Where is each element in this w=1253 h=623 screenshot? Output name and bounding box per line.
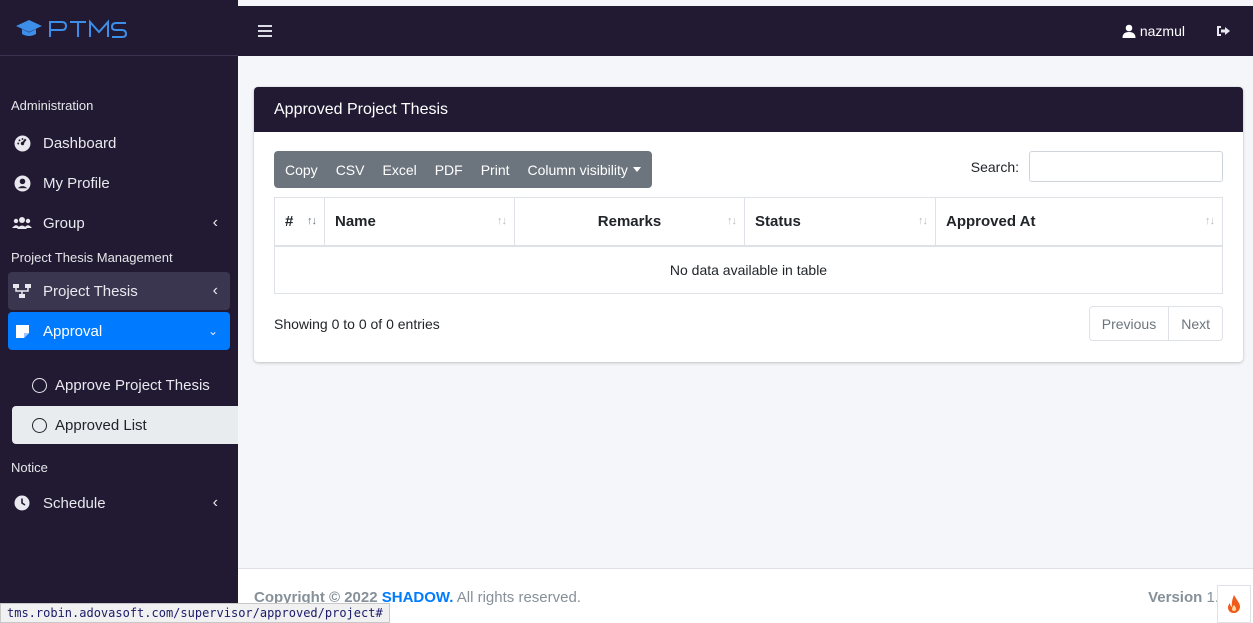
- sidebar-subitem-label: Approved List: [55, 416, 147, 434]
- chevron-left-icon: ‹: [212, 282, 218, 299]
- fire-icon[interactable]: [1217, 585, 1251, 623]
- user-circle-icon: [12, 175, 32, 191]
- table-row: No data available in table: [274, 245, 1223, 294]
- export-button-group: Copy CSV Excel PDF Print Column visibili…: [274, 151, 652, 188]
- sidebar: Administration Dashboard My Profile Grou…: [0, 0, 238, 623]
- column-header-approved-at[interactable]: Approved At ↑↓: [935, 197, 1223, 247]
- sort-icon: ↑↓: [918, 215, 928, 228]
- sidebar-item-label: My Profile: [43, 174, 110, 192]
- clock-icon: [12, 495, 32, 511]
- dashboard-icon: [12, 135, 32, 151]
- graduation-cap-icon: [16, 18, 128, 38]
- top-navbar: nazmul: [238, 6, 1253, 56]
- user-menu[interactable]: nazmul: [1122, 6, 1185, 56]
- copy-button[interactable]: Copy: [274, 151, 327, 188]
- column-header-remarks[interactable]: Remarks ↑↓: [514, 197, 745, 247]
- sidebar-subitem-approved-list[interactable]: Approved List: [12, 406, 238, 444]
- column-visibility-label: Column visibility: [527, 161, 628, 178]
- sidebar-item-label: Approval: [43, 322, 103, 340]
- sticky-note-icon: [12, 323, 32, 339]
- card-title: Approved Project Thesis: [254, 87, 1243, 132]
- column-header-label: Remarks: [597, 212, 662, 230]
- pagination: Previous Next: [1088, 306, 1223, 341]
- hamburger-menu-icon[interactable]: [258, 25, 272, 37]
- chevron-left-icon: ‹: [212, 494, 218, 511]
- version-label: Version: [1148, 589, 1203, 606]
- browser-status-url: tms.robin.adovasoft.com/supervisor/appro…: [0, 603, 390, 623]
- sidebar-item-label: Schedule: [43, 494, 106, 512]
- csv-button[interactable]: CSV: [327, 151, 374, 188]
- sitemap-icon: [12, 283, 32, 299]
- column-header-label: Name: [335, 212, 376, 230]
- print-button[interactable]: Print: [472, 151, 519, 188]
- previous-button[interactable]: Previous: [1090, 307, 1168, 340]
- footer-brand-link[interactable]: SHADOW.: [382, 589, 454, 606]
- sidebar-item-dashboard[interactable]: Dashboard: [8, 124, 230, 162]
- circle-icon: [32, 417, 47, 433]
- sort-icon: ↑↓: [497, 215, 507, 228]
- search-input[interactable]: [1029, 151, 1223, 182]
- sidebar-subitem-approve-project-thesis[interactable]: Approve Project Thesis: [12, 366, 238, 404]
- empty-table-message: No data available in table: [274, 245, 1223, 294]
- sign-out-icon[interactable]: [1215, 23, 1231, 39]
- column-header-label: Approved At: [946, 212, 1036, 230]
- circle-icon: [32, 377, 47, 393]
- footer: Copyright © 2022 SHADOW. All rights rese…: [238, 568, 1253, 623]
- sort-icon: ↑↓: [307, 215, 317, 228]
- column-visibility-button[interactable]: Column visibility: [519, 151, 652, 188]
- chevron-down-icon: ⌄: [207, 324, 218, 338]
- search-label: Search:: [970, 158, 1019, 175]
- sidebar-section-notice: Notice: [11, 459, 48, 475]
- username: nazmul: [1139, 23, 1185, 39]
- copyright-rights: All rights reserved.: [453, 589, 581, 606]
- excel-button[interactable]: Excel: [373, 151, 425, 188]
- pdf-button[interactable]: PDF: [426, 151, 472, 188]
- column-header-label: Status: [755, 212, 801, 230]
- sidebar-item-label: Group: [43, 214, 85, 232]
- chevron-left-icon: ‹: [212, 214, 218, 231]
- sidebar-section-administration: Administration: [11, 97, 94, 113]
- sidebar-item-project-thesis[interactable]: Project Thesis ‹: [8, 272, 230, 310]
- version-info: Version 1.: [1148, 589, 1219, 606]
- caret-down-icon: [632, 167, 641, 172]
- column-header-status[interactable]: Status ↑↓: [744, 197, 936, 247]
- data-table: # ↑↓ Name ↑↓ Remarks ↑↓ Status ↑↓ Approv…: [274, 197, 1223, 294]
- sidebar-item-approval[interactable]: Approval ⌄: [8, 312, 230, 350]
- sort-icon: ↑↓: [727, 215, 737, 228]
- sidebar-section-project-thesis-management: Project Thesis Management: [11, 249, 173, 265]
- users-icon: [12, 215, 32, 231]
- sidebar-item-my-profile[interactable]: My Profile: [8, 164, 230, 202]
- column-header-label: #: [285, 212, 294, 230]
- sidebar-item-group[interactable]: Group ‹: [8, 204, 230, 242]
- user-icon: [1122, 24, 1136, 38]
- table-info: Showing 0 to 0 of 0 entries: [274, 316, 440, 332]
- approved-project-thesis-card: Approved Project Thesis Copy CSV Excel P…: [254, 87, 1243, 362]
- search-box: Search:: [971, 151, 1223, 182]
- sidebar-item-label: Project Thesis: [43, 282, 138, 300]
- brand-logo[interactable]: [0, 0, 238, 56]
- sort-icon: ↑↓: [1205, 215, 1215, 228]
- sidebar-subitem-label: Approve Project Thesis: [55, 376, 210, 394]
- column-header-name[interactable]: Name ↑↓: [324, 197, 515, 247]
- next-button[interactable]: Next: [1168, 307, 1222, 340]
- sidebar-item-schedule[interactable]: Schedule ‹: [8, 484, 230, 522]
- column-header-number[interactable]: # ↑↓: [274, 197, 325, 247]
- sidebar-item-label: Dashboard: [43, 134, 117, 152]
